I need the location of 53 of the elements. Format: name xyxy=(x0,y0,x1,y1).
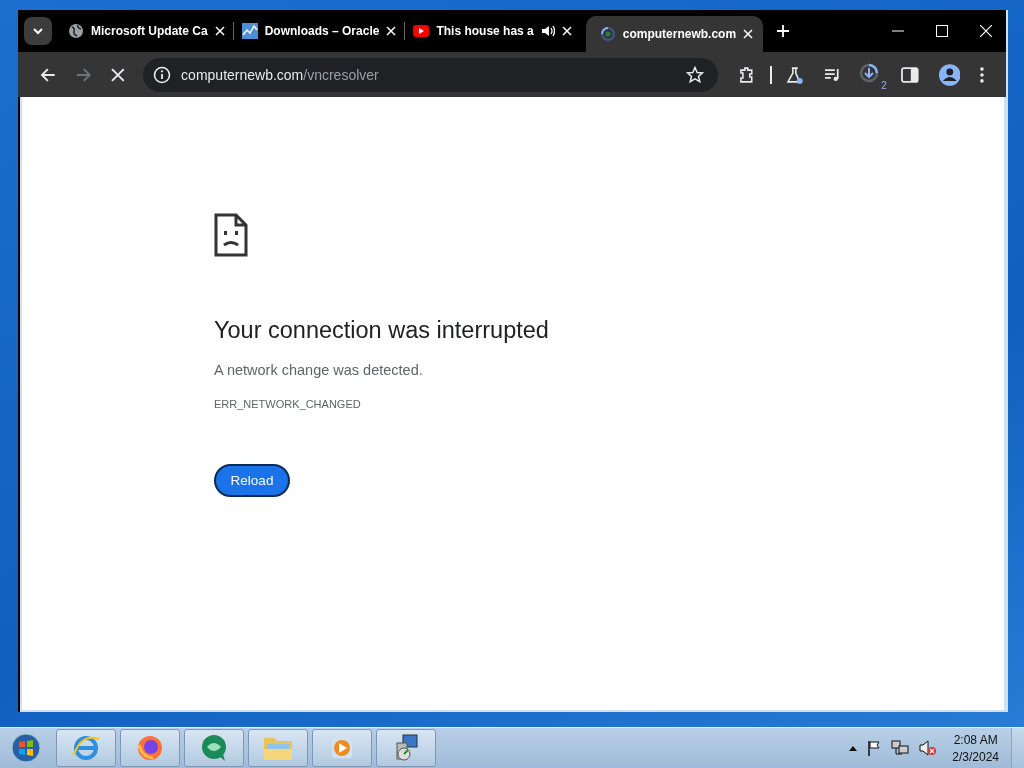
taskbar-app[interactable] xyxy=(56,729,116,767)
menu-icon[interactable] xyxy=(980,66,984,83)
address-bar[interactable]: computernewb.com/vncresolver xyxy=(143,57,719,92)
clock-date: 2/3/2024 xyxy=(952,749,999,764)
error-message: A network change was detected. xyxy=(214,362,423,378)
reload-button[interactable]: Reload xyxy=(214,464,290,497)
chart-icon xyxy=(241,23,258,39)
tab-title: computernewb.com xyxy=(622,27,737,41)
stop-icon[interactable] xyxy=(111,67,126,82)
network-icon[interactable] xyxy=(891,740,910,756)
new-tab-icon[interactable] xyxy=(777,25,790,37)
profile-icon[interactable] xyxy=(938,63,961,86)
taskbar-app[interactable] xyxy=(120,729,180,767)
tab-title: Microsoft Update Ca xyxy=(91,24,208,38)
close-icon[interactable] xyxy=(386,26,397,36)
flag-icon[interactable] xyxy=(867,740,882,756)
info-icon[interactable] xyxy=(153,65,172,84)
browser-tab[interactable]: Downloads – Oracle xyxy=(233,16,405,46)
globe-icon xyxy=(68,23,84,39)
flask-icon[interactable] xyxy=(786,65,804,84)
tab-search-button[interactable] xyxy=(24,17,52,45)
close-icon[interactable] xyxy=(561,26,572,36)
close-icon[interactable] xyxy=(980,25,992,37)
url-text: computernewb.com/vncresolver xyxy=(181,66,379,83)
browser-tab[interactable]: This house has a xyxy=(405,16,580,46)
sad-page-icon xyxy=(214,213,248,257)
error-code: ERR_NETWORK_CHANGED xyxy=(214,398,361,410)
browser-e-icon xyxy=(71,733,101,763)
star-icon[interactable] xyxy=(686,65,705,84)
muted-speaker-icon[interactable] xyxy=(919,740,938,756)
play-icon xyxy=(413,25,430,37)
forward-icon[interactable] xyxy=(75,66,92,83)
caret-icon xyxy=(32,27,44,35)
side-panel-icon[interactable] xyxy=(900,66,919,83)
close-icon[interactable] xyxy=(743,29,754,39)
error-heading: Your connection was interrupted xyxy=(214,317,549,344)
browser-tab[interactable]: Microsoft Update Ca xyxy=(60,16,233,46)
tab-title: This house has a xyxy=(436,24,534,38)
maximize-icon[interactable] xyxy=(936,25,948,37)
show-hidden-icons-icon[interactable] xyxy=(849,745,858,751)
puzzle-icon[interactable] xyxy=(738,65,756,84)
close-icon[interactable] xyxy=(214,26,225,36)
tab-title: Downloads – Oracle xyxy=(264,24,380,38)
chat-bubble-icon xyxy=(199,733,229,763)
fox-globe-icon xyxy=(135,733,165,763)
browser-tab[interactable]: computernewb.com xyxy=(585,16,764,52)
spinner-icon xyxy=(599,26,616,42)
taskbar-app[interactable] xyxy=(184,729,244,767)
playlist-icon[interactable] xyxy=(823,66,842,83)
back-icon[interactable] xyxy=(40,66,56,83)
speaker-icon[interactable] xyxy=(540,24,555,38)
clock-time: 2:08 AM xyxy=(953,732,998,747)
taskbar-app[interactable] xyxy=(376,729,436,767)
